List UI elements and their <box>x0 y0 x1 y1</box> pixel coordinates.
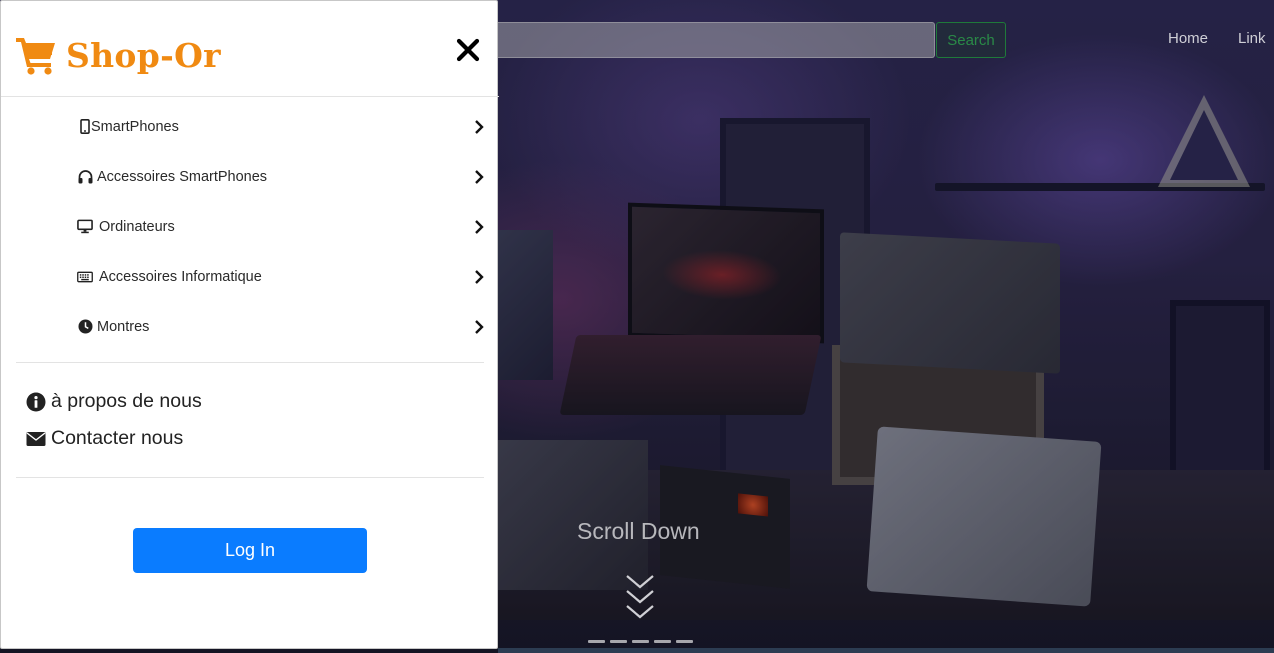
category-item-accessoires-informatique[interactable]: Accessoires Informatique <box>1 252 499 302</box>
divider <box>16 362 484 363</box>
clock-icon <box>77 318 93 335</box>
carousel-indicator[interactable] <box>676 640 693 643</box>
carousel-indicator[interactable] <box>654 640 671 643</box>
carousel-indicator[interactable] <box>610 640 627 643</box>
contact-us-label: Contacter nous <box>51 427 184 449</box>
category-item-accessoires-smartphones[interactable]: Accessoires SmartPhones <box>1 152 499 202</box>
divider <box>1 96 499 97</box>
about-us-link[interactable]: à propos de nous <box>26 390 202 413</box>
category-label: Ordinateurs <box>99 219 175 235</box>
carousel-indicator[interactable] <box>632 640 649 643</box>
divider <box>16 477 484 478</box>
search-button[interactable]: Search <box>936 22 1006 58</box>
chevron-right-icon <box>475 170 484 184</box>
shopping-cart-icon <box>16 38 55 75</box>
category-item-ordinateurs[interactable]: Ordinateurs <box>1 202 499 252</box>
envelope-icon <box>26 429 46 449</box>
carousel-indicator[interactable] <box>588 640 605 643</box>
nav-link-home[interactable]: Home <box>1168 30 1208 47</box>
info-circle-icon <box>26 392 46 412</box>
category-label: Accessoires SmartPhones <box>97 169 268 185</box>
category-label: SmartPhones <box>91 119 179 135</box>
category-label: Accessoires Informatique <box>99 269 262 285</box>
scroll-down-text: Scroll Down <box>577 518 700 544</box>
about-us-label: à propos de nous <box>51 390 202 412</box>
headphones-icon <box>77 168 93 185</box>
close-icon[interactable] <box>453 35 483 65</box>
chevron-down-icon[interactable] <box>624 572 656 622</box>
page-bottom-edge <box>498 648 1274 653</box>
brand-name: Shop-Or <box>66 35 221 75</box>
category-list: SmartPhones Accessoires SmartPhones Ordi… <box>1 102 499 352</box>
chevron-right-icon <box>475 120 484 134</box>
search-input[interactable] <box>470 22 935 58</box>
category-label: Montres <box>97 319 150 335</box>
side-menu: Shop-Or SmartPhones Accessoires SmartPho… <box>0 0 499 649</box>
chevron-right-icon <box>475 220 484 234</box>
keyboard-icon <box>77 268 93 285</box>
nav-link-link[interactable]: Link <box>1238 30 1266 47</box>
contact-us-link[interactable]: Contacter nous <box>26 427 183 450</box>
desktop-monitor-icon <box>77 218 93 235</box>
brand-logo[interactable]: Shop-Or <box>15 35 221 75</box>
chevron-right-icon <box>475 270 484 284</box>
category-item-smartphones[interactable]: SmartPhones <box>1 102 499 152</box>
chevron-right-icon <box>475 320 484 334</box>
category-item-montres[interactable]: Montres <box>1 302 499 352</box>
login-button[interactable]: Log In <box>133 528 367 573</box>
carousel-indicators[interactable] <box>588 640 693 643</box>
